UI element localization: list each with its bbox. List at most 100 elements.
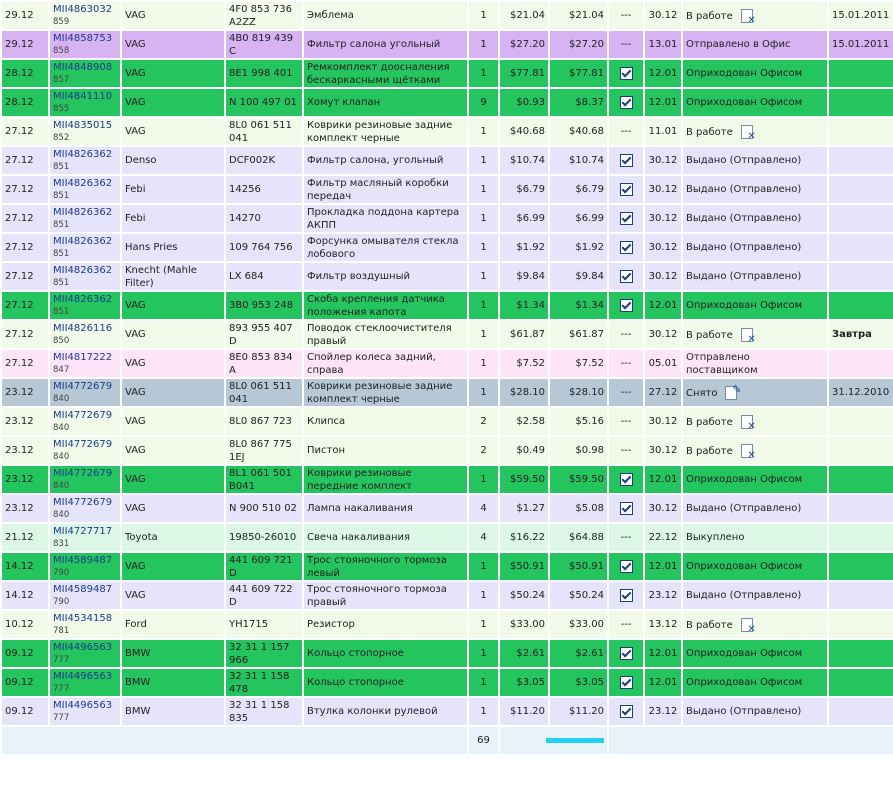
order-number-link[interactable]: MII4772679 (53, 467, 117, 480)
status-text: Оприходован Офисом (686, 300, 803, 311)
received-cell (609, 698, 643, 725)
order-date: 14.12 (5, 590, 34, 601)
expected-date (829, 147, 893, 174)
received-checkbox[interactable] (619, 153, 633, 167)
part-name: Клипса (307, 416, 346, 427)
status-text: Выдано (Отправлено) (686, 590, 802, 601)
order-number-link[interactable]: MII4817222 (53, 351, 117, 364)
received-checkbox[interactable] (619, 675, 633, 689)
received-checkbox[interactable] (619, 211, 633, 225)
unit-price: $1.34 (516, 300, 545, 311)
quantity: 1 (480, 271, 487, 282)
part-name: Фильтр салона, угольный (307, 155, 444, 166)
received-cell: --- (620, 126, 632, 137)
order-number-link[interactable]: MII4496563 (53, 699, 117, 712)
order-number-link[interactable]: MII4727717 (53, 525, 117, 538)
received-checkbox[interactable] (619, 472, 633, 486)
order-number-link[interactable]: MII4772679 (53, 496, 117, 509)
order-number-link[interactable]: MII4772679 (53, 438, 117, 451)
received-checkbox[interactable] (619, 501, 633, 515)
order-sub-number: 858 (53, 45, 70, 56)
order-number-link[interactable]: MII4826362 (53, 235, 117, 248)
received-checkbox[interactable] (619, 240, 633, 254)
part-code: 3B0 953 248 (229, 300, 294, 311)
part-code: 14270 (229, 213, 261, 224)
order-number-link[interactable]: MII4826362 (53, 206, 117, 219)
status-cell: Выкуплено (683, 524, 827, 551)
order-sub-number: 851 (53, 161, 70, 172)
order-number-link[interactable]: MII4496563 (53, 641, 117, 654)
part-name: Коврики резиновые задние комплект черные (307, 119, 453, 144)
cancel-order-icon[interactable] (740, 414, 756, 432)
cancel-order-icon[interactable] (740, 617, 756, 635)
expected-date (829, 118, 893, 145)
order-number-link[interactable]: MII4826362 (53, 148, 117, 161)
received-cell (609, 60, 643, 87)
order-date: 27.12 (5, 155, 34, 166)
part-code: 32 31 1 158 478 (229, 670, 290, 695)
quantity: 2 (480, 416, 487, 427)
order-sub-number: 790 (53, 596, 70, 607)
cancel-order-icon[interactable] (740, 8, 756, 26)
received-cell (609, 582, 643, 609)
order-number-link[interactable]: MII4858753 (53, 32, 117, 45)
cancel-order-icon[interactable] (740, 327, 756, 345)
brand: VAG (125, 503, 146, 514)
edit-note-icon[interactable] (725, 384, 741, 400)
received-cell (609, 89, 643, 116)
expected-date (829, 292, 893, 319)
brand: VAG (125, 329, 146, 340)
order-number-link[interactable]: MII4826362 (53, 293, 117, 306)
order-sub-number: 840 (53, 480, 70, 491)
received-cell (609, 466, 643, 493)
received-checkbox[interactable] (619, 588, 633, 602)
order-number-link[interactable]: MII4772679 (53, 380, 117, 393)
order-number-link[interactable]: MII4826362 (53, 177, 117, 190)
order-number-link[interactable]: MII4772679 (53, 409, 117, 422)
order-number-link[interactable]: MII4589487 (53, 583, 117, 596)
received-checkbox[interactable] (619, 704, 633, 718)
status-text: В работе (686, 126, 733, 138)
order-number-link[interactable]: MII4826362 (53, 264, 117, 277)
received-checkbox[interactable] (619, 182, 633, 196)
received-checkbox[interactable] (619, 95, 633, 109)
unit-price: $33.00 (510, 619, 545, 630)
received-cell (609, 176, 643, 203)
order-sub-number: 851 (53, 306, 70, 317)
delivery-date: 30.12 (648, 503, 678, 514)
cancel-order-icon[interactable] (740, 124, 756, 142)
order-number-link[interactable]: MII4496563 (53, 670, 117, 683)
cancel-order-icon[interactable] (740, 443, 756, 461)
order-number-cell: MII4826362 851 (50, 205, 120, 232)
order-sub-number: 847 (53, 364, 70, 375)
selection-highlight (546, 738, 604, 743)
expected-date (829, 582, 893, 609)
expected-date (829, 60, 893, 87)
brand: VAG (125, 474, 146, 485)
line-total: $6.79 (575, 184, 604, 195)
brand: VAG (125, 445, 146, 456)
order-number-link[interactable]: MII4848908 (53, 61, 117, 74)
order-number-link[interactable]: MII4534158 (53, 612, 117, 625)
part-code: 8E0 853 834 A (229, 351, 293, 376)
status-cell: Оприходован Офисом (683, 292, 827, 319)
received-checkbox[interactable] (619, 559, 633, 573)
totals-row: 69 (2, 727, 893, 754)
part-name: Спойлер колеса задний, справа (307, 351, 436, 376)
order-number-cell: MII4727717 831 (50, 524, 120, 551)
order-number-link[interactable]: MII4863032 (53, 3, 117, 16)
received-cell (609, 640, 643, 667)
received-checkbox[interactable] (619, 269, 633, 283)
order-number-link[interactable]: MII4826116 (53, 322, 117, 335)
received-checkbox[interactable] (619, 298, 633, 312)
expected-date (829, 437, 893, 464)
received-checkbox[interactable] (619, 646, 633, 660)
order-number-link[interactable]: MII4589487 (53, 554, 117, 567)
quantity: 1 (480, 213, 487, 224)
received-checkbox[interactable] (619, 66, 633, 80)
order-date: 23.12 (5, 503, 34, 514)
order-number-link[interactable]: MII4835015 (53, 119, 117, 132)
order-number-link[interactable]: MII4841110 (53, 90, 117, 103)
expected-date (829, 553, 893, 580)
order-date: 10.12 (5, 619, 34, 630)
